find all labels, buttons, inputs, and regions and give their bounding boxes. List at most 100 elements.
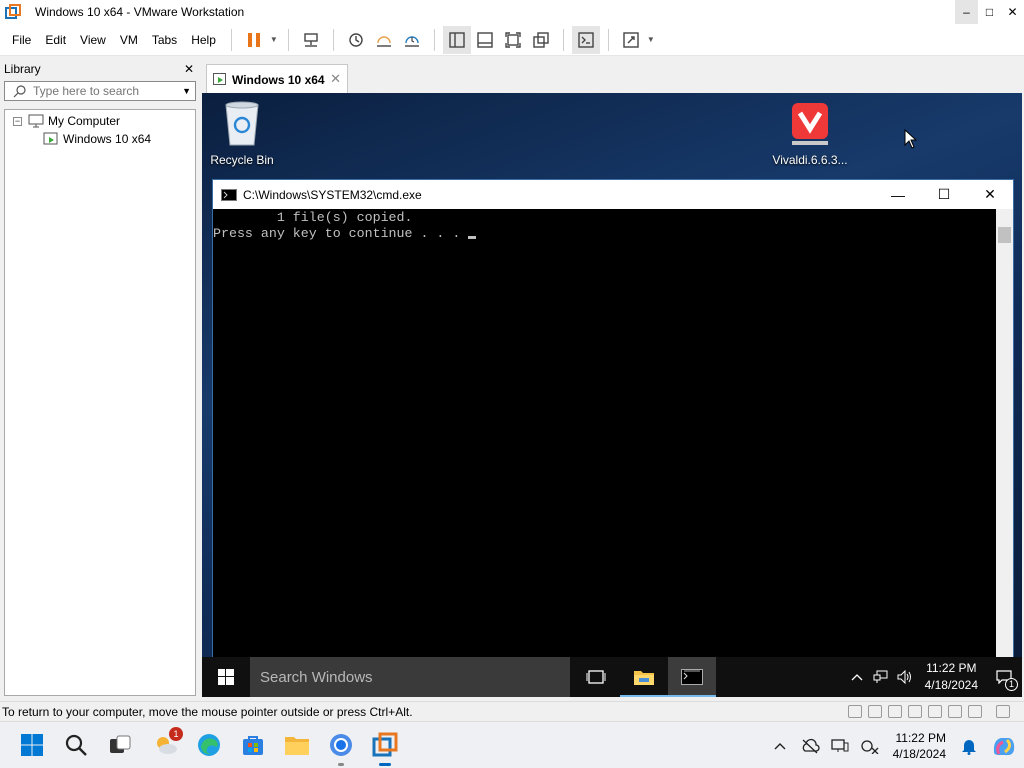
- scrollbar-thumb[interactable]: [998, 227, 1011, 243]
- send-ctrl-alt-del-button[interactable]: [297, 26, 325, 54]
- task-view-icon: [586, 670, 606, 684]
- floppy-icon[interactable]: [888, 705, 902, 718]
- library-close-button[interactable]: ✕: [184, 62, 194, 76]
- microsoft-store-button[interactable]: [239, 731, 267, 759]
- menu-view[interactable]: View: [73, 24, 113, 56]
- active-indicator: [379, 763, 391, 766]
- menu-help[interactable]: Help: [184, 24, 223, 56]
- cmd-maximize-button[interactable]: ☐: [921, 180, 967, 209]
- folder-icon: [634, 671, 654, 685]
- guest-clock[interactable]: 11:22 PM 4/18/2024: [917, 660, 986, 694]
- show-hidden-icons-button[interactable]: [845, 673, 869, 681]
- minimize-button[interactable]: –: [955, 0, 978, 24]
- task-view-icon: [110, 735, 131, 753]
- guest-search-box[interactable]: Search Windows: [250, 657, 570, 697]
- full-screen-button[interactable]: [499, 26, 527, 54]
- cmd-close-button[interactable]: ✕: [967, 180, 1013, 209]
- tab-windows-10-x64[interactable]: Windows 10 x64 ✕: [206, 64, 348, 94]
- vmware-logo-icon: [5, 4, 21, 19]
- guest-screen[interactable]: Recycle Bin Vivaldi.6.6.3... C:\Windows\…: [202, 93, 1022, 697]
- chevron-down-icon[interactable]: ▼: [182, 86, 191, 96]
- guest-time: 11:22 PM: [926, 661, 977, 675]
- mouse-pointer-icon: [904, 129, 918, 149]
- guest-start-button[interactable]: [202, 657, 250, 697]
- menu-edit[interactable]: Edit: [38, 24, 73, 56]
- tree-item-my-computer[interactable]: − My Computer: [5, 112, 195, 130]
- cd-drive-icon[interactable]: [868, 705, 882, 718]
- text-cursor: [468, 236, 477, 239]
- onedrive-button[interactable]: [795, 738, 825, 754]
- guest-cmd-taskbar-button[interactable]: [668, 657, 716, 697]
- console-icon: [578, 31, 594, 48]
- library-search[interactable]: ▼: [4, 81, 196, 101]
- stretch-dropdown[interactable]: ▼: [645, 26, 657, 54]
- menu-vm[interactable]: VM: [113, 24, 145, 56]
- console-view-button[interactable]: [571, 25, 600, 54]
- cmd-title-bar[interactable]: C:\Windows\SYSTEM32\cmd.exe — ☐ ✕: [213, 180, 1013, 209]
- library-title: Library: [4, 62, 41, 76]
- vmware-taskbar-button[interactable]: [371, 731, 399, 766]
- message-log-icon[interactable]: [996, 705, 1010, 718]
- notification-count-badge: 1: [1005, 678, 1018, 691]
- cmd-line: Press any key to continue . . .: [213, 226, 997, 242]
- copilot-button[interactable]: [984, 734, 1024, 758]
- desktop-icon-recycle-bin[interactable]: Recycle Bin: [202, 101, 282, 167]
- power-dropdown[interactable]: ▼: [268, 26, 280, 54]
- menu-file[interactable]: File: [5, 24, 38, 56]
- snapshot-button[interactable]: [342, 26, 370, 54]
- host-clock[interactable]: 11:22 PM 4/18/2024: [885, 730, 954, 762]
- guest-action-center-button[interactable]: 1: [986, 670, 1022, 691]
- tree-item-label: My Computer: [48, 114, 121, 128]
- window-title: Windows 10 x64 - VMware Workstation: [35, 5, 245, 19]
- weather-widget-button[interactable]: 1: [152, 727, 183, 759]
- tab-label: Windows 10 x64: [232, 72, 325, 87]
- display-icon[interactable]: [968, 705, 982, 718]
- cmd-minimize-button[interactable]: —: [875, 180, 921, 209]
- host-file-explorer-button[interactable]: [283, 731, 311, 759]
- host-start-button[interactable]: [18, 731, 46, 759]
- stretch-guest-button[interactable]: [617, 26, 645, 54]
- desktop-icon-vivaldi[interactable]: Vivaldi.6.6.3...: [770, 101, 850, 167]
- host-show-hidden-icons-button[interactable]: [765, 742, 795, 750]
- chevron-up-icon: [851, 674, 863, 681]
- host-search-button[interactable]: [62, 731, 90, 759]
- close-button[interactable]: ✕: [1001, 0, 1024, 24]
- revert-snapshot-button[interactable]: [370, 26, 398, 54]
- tree-item-windows-10-x64[interactable]: Windows 10 x64: [5, 130, 195, 148]
- guest-file-explorer-button[interactable]: [620, 657, 668, 697]
- computer-icon: [28, 114, 44, 128]
- host-display-button[interactable]: [825, 738, 855, 754]
- guest-network-button[interactable]: [869, 670, 893, 684]
- hard-disk-icon[interactable]: [848, 705, 862, 718]
- unity-button[interactable]: [527, 26, 555, 54]
- cmd-window[interactable]: C:\Windows\SYSTEM32\cmd.exe — ☐ ✕ 1 file…: [212, 179, 1014, 659]
- library-search-input[interactable]: [33, 84, 173, 98]
- cmd-output[interactable]: 1 file(s) copied. Press any key to contin…: [213, 209, 997, 658]
- edge-button[interactable]: [195, 731, 223, 759]
- sound-card-icon[interactable]: [948, 705, 962, 718]
- chrome-button[interactable]: [327, 731, 355, 766]
- tab-close-button[interactable]: ✕: [330, 71, 341, 87]
- snapshot-manager-button[interactable]: [398, 26, 426, 54]
- edge-icon: [198, 734, 220, 756]
- snapshot-icon: [349, 32, 363, 47]
- host-network-status-button[interactable]: [855, 738, 885, 754]
- usb-icon[interactable]: [928, 705, 942, 718]
- vivaldi-installer-icon: [792, 103, 828, 145]
- maximize-button[interactable]: □: [978, 0, 1001, 24]
- guest-volume-button[interactable]: [893, 670, 917, 684]
- menu-tabs[interactable]: Tabs: [145, 24, 184, 56]
- thumbnail-bar-button[interactable]: [471, 26, 499, 54]
- show-library-button[interactable]: [442, 25, 471, 54]
- cmd-scrollbar[interactable]: [996, 209, 1013, 658]
- store-icon: [243, 736, 263, 755]
- cmd-line: 1 file(s) copied.: [213, 210, 413, 225]
- network-adapter-icon[interactable]: [908, 705, 922, 718]
- collapse-icon[interactable]: −: [13, 116, 22, 126]
- pause-button[interactable]: [240, 26, 268, 54]
- menu-toolbar: File Edit View VM Tabs Help ▼ ▼: [0, 24, 1024, 56]
- task-view-button[interactable]: [572, 657, 620, 697]
- host-notifications-button[interactable]: [954, 737, 984, 755]
- host-task-view-button[interactable]: [106, 731, 134, 759]
- unity-icon: [533, 31, 549, 48]
